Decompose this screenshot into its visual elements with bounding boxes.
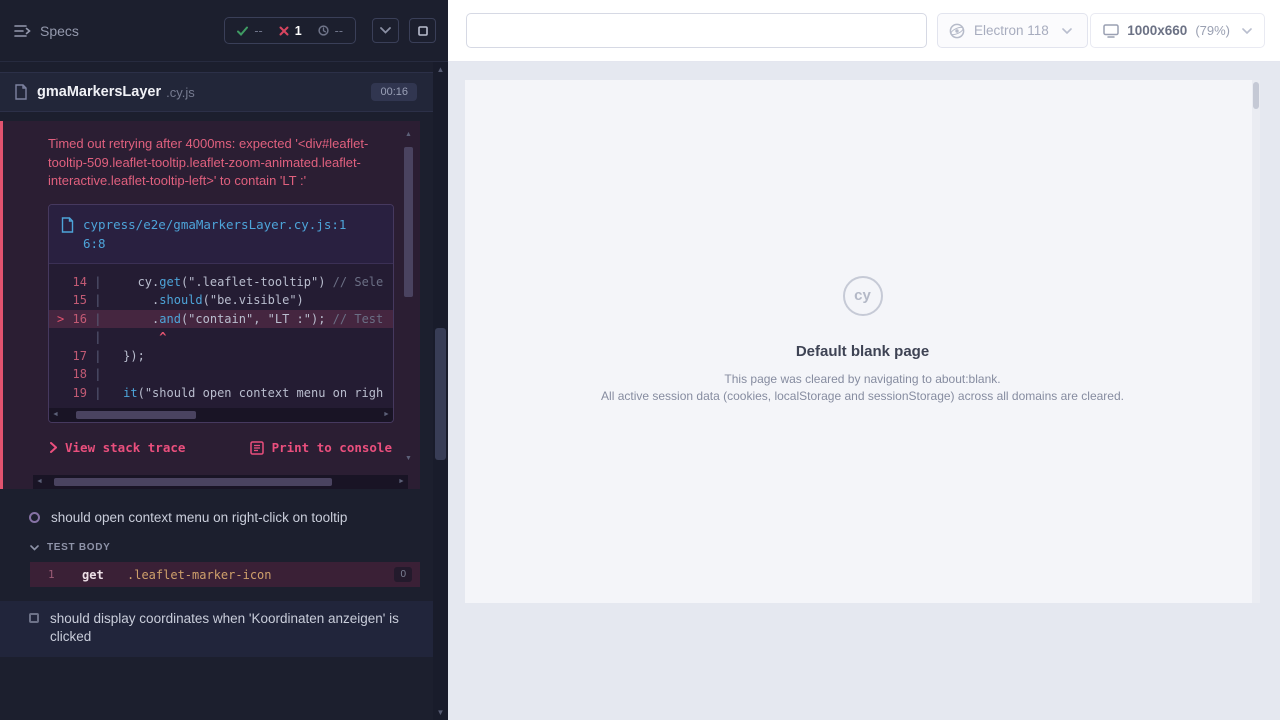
stop-icon bbox=[418, 26, 428, 36]
chevron-down-icon bbox=[1242, 28, 1252, 34]
blank-page-message-2: All active session data (cookies, localS… bbox=[601, 388, 1124, 404]
reporter-header: Specs -- 1 bbox=[0, 0, 448, 62]
scrollbar-thumb[interactable] bbox=[76, 411, 196, 419]
test-body-section[interactable]: TEST BODY bbox=[0, 534, 433, 561]
view-stack-trace-button[interactable]: View stack trace bbox=[50, 440, 185, 455]
command-number: 1 bbox=[48, 568, 82, 581]
error-horizontal-scrollbar[interactable]: ◄ ► bbox=[33, 475, 408, 489]
test-pending-icon bbox=[29, 613, 39, 623]
scrollbar-thumb[interactable] bbox=[435, 328, 446, 460]
scrollbar-thumb[interactable] bbox=[54, 478, 332, 486]
stat-failed: 1 bbox=[279, 24, 302, 38]
scroll-right-arrow[interactable]: ► bbox=[395, 475, 408, 489]
code-frame-file-link[interactable]: cypress/e2e/gmaMarkersLayer.cy.js:16:8 bbox=[83, 215, 347, 253]
failed-x-icon bbox=[279, 26, 289, 36]
spec-duration: 00:16 bbox=[371, 83, 417, 101]
scrollbar-thumb[interactable] bbox=[404, 147, 413, 297]
code-frame-lines: 14 | cy.get(".leaflet-tooltip") // Sele … bbox=[49, 264, 393, 409]
stop-button[interactable] bbox=[409, 18, 436, 43]
aut-panel: Electron 118 1000x660 (79%) bbox=[448, 0, 1280, 720]
aut-stage: cy Default blank page This page was clea… bbox=[448, 62, 1280, 720]
scroll-left-arrow[interactable]: ◄ bbox=[49, 408, 62, 422]
viewport-monitor-icon bbox=[1103, 24, 1119, 38]
error-vertical-scrollbar[interactable]: ▲ ▼ bbox=[403, 129, 414, 465]
reporter-panel: Specs -- 1 bbox=[0, 0, 448, 720]
command-message: .leaflet-marker-icon bbox=[127, 568, 272, 582]
stat-passed: -- bbox=[237, 24, 262, 38]
printer-icon bbox=[250, 441, 264, 455]
test-list: should open context menu on right-click … bbox=[0, 489, 433, 657]
failed-attempt: Timed out retrying after 4000ms: expecte… bbox=[0, 121, 420, 489]
scroll-left-arrow[interactable]: ◄ bbox=[33, 475, 46, 489]
browser-label: Electron 118 bbox=[974, 23, 1049, 38]
reporter-scrollbar[interactable]: ▲ ▼ bbox=[433, 62, 448, 720]
aut-header: Electron 118 1000x660 (79%) bbox=[448, 0, 1280, 62]
passed-check-icon bbox=[237, 26, 248, 36]
chevron-down-icon bbox=[1062, 28, 1072, 34]
stat-pending: -- bbox=[318, 24, 343, 38]
blank-page-title: Default blank page bbox=[796, 343, 929, 360]
viewport-size: 1000x660 bbox=[1127, 23, 1187, 38]
code-horizontal-scrollbar[interactable]: ◄ ► bbox=[49, 408, 393, 422]
command-name: get bbox=[82, 568, 113, 582]
test-item-1[interactable]: should open context menu on right-click … bbox=[0, 502, 433, 534]
spec-header[interactable]: gmaMarkersLayer .cy.js 00:16 bbox=[0, 72, 433, 112]
specs-menu[interactable]: Specs bbox=[14, 23, 79, 39]
page-scrollbar[interactable] bbox=[1252, 80, 1260, 603]
code-frame: cypress/e2e/gmaMarkersLayer.cy.js:16:8 1… bbox=[48, 204, 394, 424]
test-item-2[interactable]: should display coordinates when 'Koordin… bbox=[0, 601, 433, 657]
chevron-down-icon bbox=[380, 27, 391, 34]
collapse-tests-button[interactable] bbox=[372, 18, 399, 43]
browser-selector[interactable]: Electron 118 bbox=[937, 13, 1088, 48]
print-to-console-button[interactable]: Print to console bbox=[250, 440, 392, 455]
scroll-down-arrow[interactable]: ▼ bbox=[403, 453, 414, 465]
error-message: Timed out retrying after 4000ms: expecte… bbox=[48, 135, 394, 191]
test-running-icon bbox=[29, 512, 40, 523]
cypress-logo: cy bbox=[843, 276, 883, 316]
scroll-right-arrow[interactable]: ► bbox=[380, 408, 393, 422]
specs-label: Specs bbox=[40, 23, 79, 39]
specs-menu-icon bbox=[14, 24, 31, 38]
spec-name: gmaMarkersLayer bbox=[37, 84, 161, 100]
aut-iframe-page: cy Default blank page This page was clea… bbox=[465, 80, 1260, 603]
cypress-runner: Specs -- 1 bbox=[0, 0, 1280, 720]
url-input[interactable] bbox=[466, 13, 927, 48]
caret-right-icon bbox=[50, 442, 57, 453]
electron-browser-icon bbox=[949, 23, 965, 39]
blank-page-message-1: This page was cleared by navigating to a… bbox=[724, 371, 1000, 387]
test-title: should display coordinates when 'Koordin… bbox=[50, 610, 400, 646]
scrollbar-thumb[interactable] bbox=[1253, 82, 1259, 109]
scroll-up-arrow[interactable]: ▲ bbox=[403, 129, 414, 141]
code-file-icon bbox=[61, 217, 74, 233]
scroll-up-arrow[interactable]: ▲ bbox=[433, 62, 448, 77]
command-log-row[interactable]: 1 get .leaflet-marker-icon 0 bbox=[30, 562, 420, 587]
test-title: should open context menu on right-click … bbox=[51, 509, 347, 527]
scroll-down-arrow[interactable]: ▼ bbox=[433, 705, 448, 720]
pending-clock-icon bbox=[318, 25, 329, 36]
spec-file-icon bbox=[14, 84, 28, 100]
test-stats: -- 1 -- bbox=[224, 17, 356, 44]
element-count-badge: 0 bbox=[394, 567, 412, 582]
chevron-down-icon bbox=[30, 545, 39, 551]
viewport-selector[interactable]: 1000x660 (79%) bbox=[1090, 13, 1265, 48]
spec-extension: .cy.js bbox=[166, 85, 195, 100]
viewport-scale: (79%) bbox=[1195, 23, 1230, 38]
